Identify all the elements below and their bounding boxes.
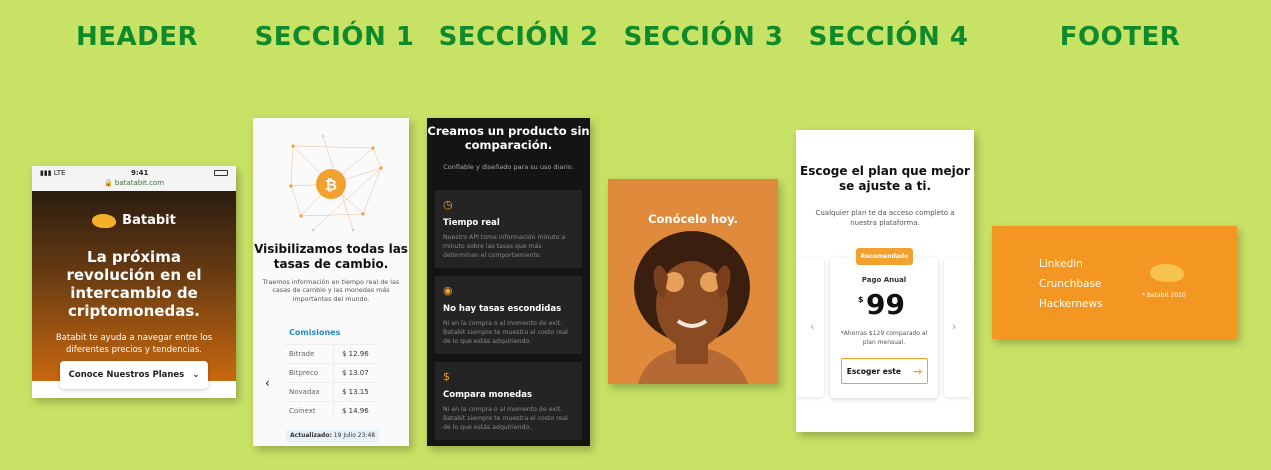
address-bar[interactable]: 🔒 batatabit.com [32, 179, 236, 191]
plans-button-label: Conoce Nuestros Planes [68, 370, 185, 380]
hero-description: Batabit te ayuda a navegar entre los dif… [55, 333, 213, 355]
battery-icon [213, 169, 228, 176]
feature-title: Compara monedas [443, 390, 533, 400]
choose-plan-label: Escoger este [846, 366, 901, 376]
url-text: batatabit.com [114, 179, 165, 187]
exchange-name: Coinext [284, 402, 334, 420]
brand-logo[interactable]: Batabit [92, 213, 176, 228]
exchange-name: Novadax [284, 383, 334, 401]
recommended-badge: Recomendado [856, 248, 913, 265]
chevron-down-icon: ⌄ [192, 370, 200, 380]
feature-text: Nuestro API toma información minuto a mi… [443, 234, 566, 259]
clock-label: 9:41 [131, 168, 149, 177]
savings-note: *Ahorras $129 comparado al plan mensual. [840, 330, 928, 346]
lock-icon: 🔒 [103, 179, 113, 187]
section2-subtitle: Confiable y diseñado para su uso diario. [443, 163, 574, 171]
arrow-right-icon: → [912, 364, 923, 378]
carrier-label: ▮▮▮ LTE [40, 168, 66, 177]
footer-link-linkedin[interactable]: Linkedin [1039, 254, 1103, 274]
batabit-logo-icon [1150, 264, 1184, 282]
column-title-header: HEADER [75, 22, 198, 52]
exchange-value: $ 13.15 [342, 388, 369, 396]
feature-text: Ni en la compra o al momento de exit. Ba… [443, 406, 568, 431]
footer-link-crunchbase[interactable]: Crunchbase [1039, 274, 1103, 294]
feature-text: Ni en la compra o al momento de exit. Ba… [443, 320, 568, 345]
eye-icon: ◉ [443, 284, 453, 297]
feature-title: No hay tasas escondidas [443, 304, 562, 314]
footer-mockup: Linkedin Crunchbase Hackernews * Batabit… [992, 226, 1237, 339]
column-title-seccion-1: SECCIÓN 1 [254, 22, 415, 52]
header-mockup: ▮▮▮ LTE 9:41 🔒 batatabit.com Batabit La … [32, 166, 236, 398]
section3-title: Conócelo hoy. [648, 212, 738, 226]
hero-headline: La próxima revolución en el intercambio … [66, 248, 202, 320]
plans-button[interactable]: Conoce Nuestros Planes ⌄ [60, 361, 208, 389]
chevron-right-icon[interactable]: › [952, 320, 956, 333]
column-title-seccion-4: SECCIÓN 4 [808, 22, 969, 52]
section4-description: Cualquier plan te da acceso completo a n… [815, 209, 955, 227]
signal-icon: ▮▮▮ [40, 168, 52, 177]
column-title-seccion-2: SECCIÓN 2 [438, 22, 599, 52]
table-header: Comisiones [289, 328, 341, 337]
woman-with-coins-photo [608, 179, 778, 384]
section1-title: Visibilizamos todas las tasas de cambio. [254, 242, 408, 271]
exchange-name: Bitpreco [284, 364, 334, 382]
chevron-left-icon[interactable]: ‹ [265, 376, 270, 390]
section1-mockup: ₿ Visibilizamos todas las tasas de cambi… [253, 118, 409, 446]
table-row: Novadax $ 13.15 [284, 382, 377, 401]
network-illustration: ₿ [289, 134, 383, 232]
plan-name: Pago Anual [861, 276, 907, 284]
choose-plan-button[interactable]: Escoger este → [841, 358, 928, 384]
column-title-footer: FOOTER [1059, 22, 1181, 52]
svg-text:₿: ₿ [325, 176, 337, 194]
footer-links: Linkedin Crunchbase Hackernews [1039, 254, 1103, 314]
feature-card: $ Compara monedas Ni en la compra o al m… [435, 362, 582, 440]
commissions-table: Comisiones Bitrade $ 12.96 Bitpreco $ 13.0… [284, 322, 377, 420]
batabit-logo-icon [92, 213, 117, 228]
exchange-value: $ 13.07 [342, 369, 369, 377]
status-bar: ▮▮▮ LTE 9:41 [32, 166, 236, 179]
clock-icon: ◷ [443, 198, 453, 211]
dollar-icon: $ [443, 370, 450, 383]
plan-card-next[interactable] [944, 258, 972, 397]
column-title-seccion-3: SECCIÓN 3 [623, 22, 784, 52]
section4-mockup: Escoge el plan que mejor se ajuste a ti.… [796, 130, 974, 432]
feature-card: ◷ Tiempo real Nuestro API toma informaci… [435, 190, 582, 268]
plan-price: 99 [866, 288, 905, 321]
table-row: Bitrade $ 12.96 [284, 344, 377, 363]
exchange-value: $ 12.96 [342, 350, 369, 358]
feature-card: ◉ No hay tasas escondidas Ni en la compr… [435, 276, 582, 354]
table-row: Bitpreco $ 13.07 [284, 363, 377, 382]
exchange-value: $ 14.96 [342, 407, 369, 415]
feature-title: Tiempo real [443, 218, 500, 228]
footer-link-hackernews[interactable]: Hackernews [1039, 294, 1103, 314]
brand-name: Batabit [122, 213, 176, 228]
section3-mockup: Conócelo hoy. [608, 179, 778, 384]
currency-symbol: $ [858, 295, 864, 304]
updated-badge: Actualizado: 19 Julio 23:48 [286, 430, 380, 442]
chevron-left-icon[interactable]: ‹ [810, 320, 814, 333]
exchange-name: Bitrade [284, 345, 334, 363]
table-row: Coinext $ 14.96 [284, 401, 377, 420]
section2-mockup: Creamos un producto sin comparación. Con… [427, 118, 590, 446]
section4-title: Escoge el plan que mejor se ajuste a ti. [800, 164, 970, 193]
section2-title: Creamos un producto sin comparación. [427, 124, 590, 152]
copyright: * Batabit 2020 [1142, 292, 1186, 299]
section1-description: Traemos información en tiempo real de la… [262, 278, 400, 303]
hero-section: Batabit La próxima revolución en el inte… [32, 191, 236, 381]
